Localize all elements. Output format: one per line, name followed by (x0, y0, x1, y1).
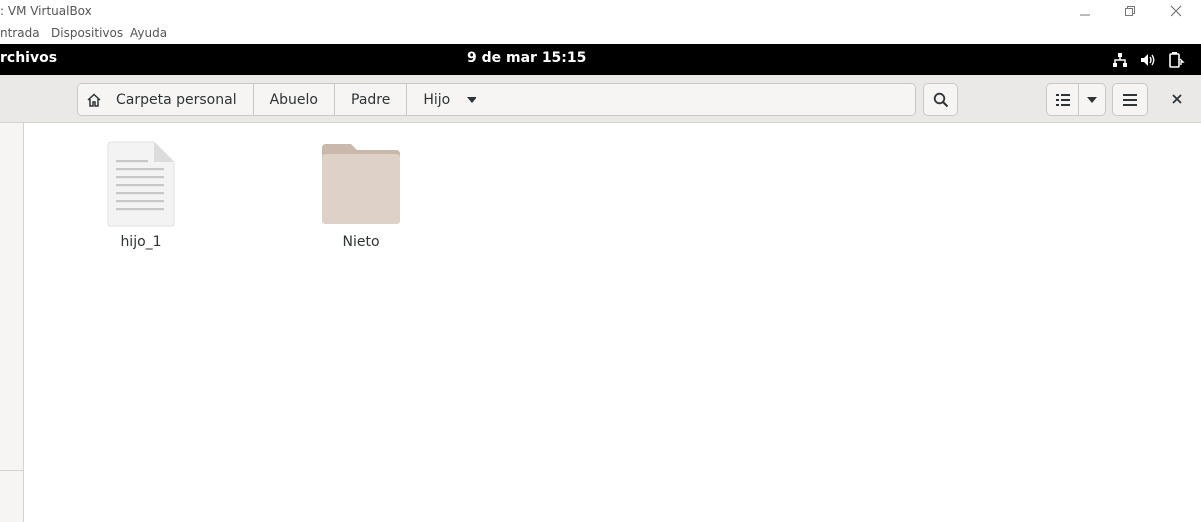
folder-name: Nieto (342, 234, 380, 250)
breadcrumb: Carpeta personal Abuelo Padre Hijo (77, 83, 490, 116)
breadcrumb-label: Padre (351, 91, 391, 108)
breadcrumb-label: Abuelo (269, 91, 318, 108)
breadcrumb-padre[interactable]: Padre (335, 84, 408, 115)
menu-entrada[interactable]: ntrada (0, 26, 40, 40)
list-view-button[interactable] (1047, 84, 1079, 115)
view-dropdown-button[interactable] (1079, 84, 1105, 115)
path-bar-fill (476, 83, 916, 116)
view-options-group (1046, 83, 1106, 116)
menu-ayuda[interactable]: Ayuda (130, 26, 167, 40)
breadcrumb-label: Hijo (423, 91, 451, 108)
restore-icon (1125, 6, 1135, 16)
sidebar (0, 123, 24, 522)
network-icon[interactable] (1111, 51, 1129, 69)
minimize-icon (1080, 14, 1090, 16)
vbox-menubar: ntrada Dispositivos Ayuda (0, 23, 1201, 44)
file-item[interactable]: hijo_1 (81, 140, 201, 250)
breadcrumb-abuelo[interactable]: Abuelo (253, 84, 335, 115)
close-button[interactable] (1165, 87, 1189, 111)
search-icon (933, 92, 948, 107)
file-name: hijo_1 (120, 234, 162, 250)
hamburger-menu-icon (1123, 93, 1137, 106)
text-file-icon (107, 141, 175, 227)
breadcrumb-home[interactable]: Carpeta personal (78, 84, 254, 115)
search-button[interactable] (923, 83, 958, 116)
volume-icon[interactable] (1139, 51, 1157, 69)
home-icon (87, 92, 101, 107)
folder-icon (322, 144, 400, 224)
list-view-icon (1055, 93, 1070, 106)
gnome-top-bar: rchivos 9 de mar 15:15 (0, 44, 1201, 75)
vbox-titlebar: : VM VirtualBox (0, 0, 1201, 23)
clock[interactable]: 9 de mar 15:15 (467, 50, 586, 66)
menu-dispositivos[interactable]: Dispositivos (51, 26, 123, 40)
files-header-bar: Carpeta personal Abuelo Padre Hijo (0, 75, 1201, 123)
chevron-down-icon (1087, 96, 1097, 103)
file-view: hijo_1 Nieto (24, 123, 1201, 522)
close-icon (1170, 5, 1182, 17)
power-icon[interactable] (1167, 51, 1185, 69)
breadcrumb-label: Carpeta personal (116, 91, 237, 108)
folder-item[interactable]: Nieto (301, 140, 421, 250)
close-window-button[interactable] (1154, 0, 1198, 22)
minimize-button[interactable] (1063, 0, 1107, 22)
close-icon (1172, 94, 1182, 104)
sidebar-divider (0, 470, 23, 471)
app-menu[interactable]: rchivos (0, 50, 57, 66)
main-menu-button[interactable] (1112, 83, 1148, 116)
restore-button[interactable] (1108, 0, 1152, 22)
window-title: : VM VirtualBox (0, 4, 92, 18)
